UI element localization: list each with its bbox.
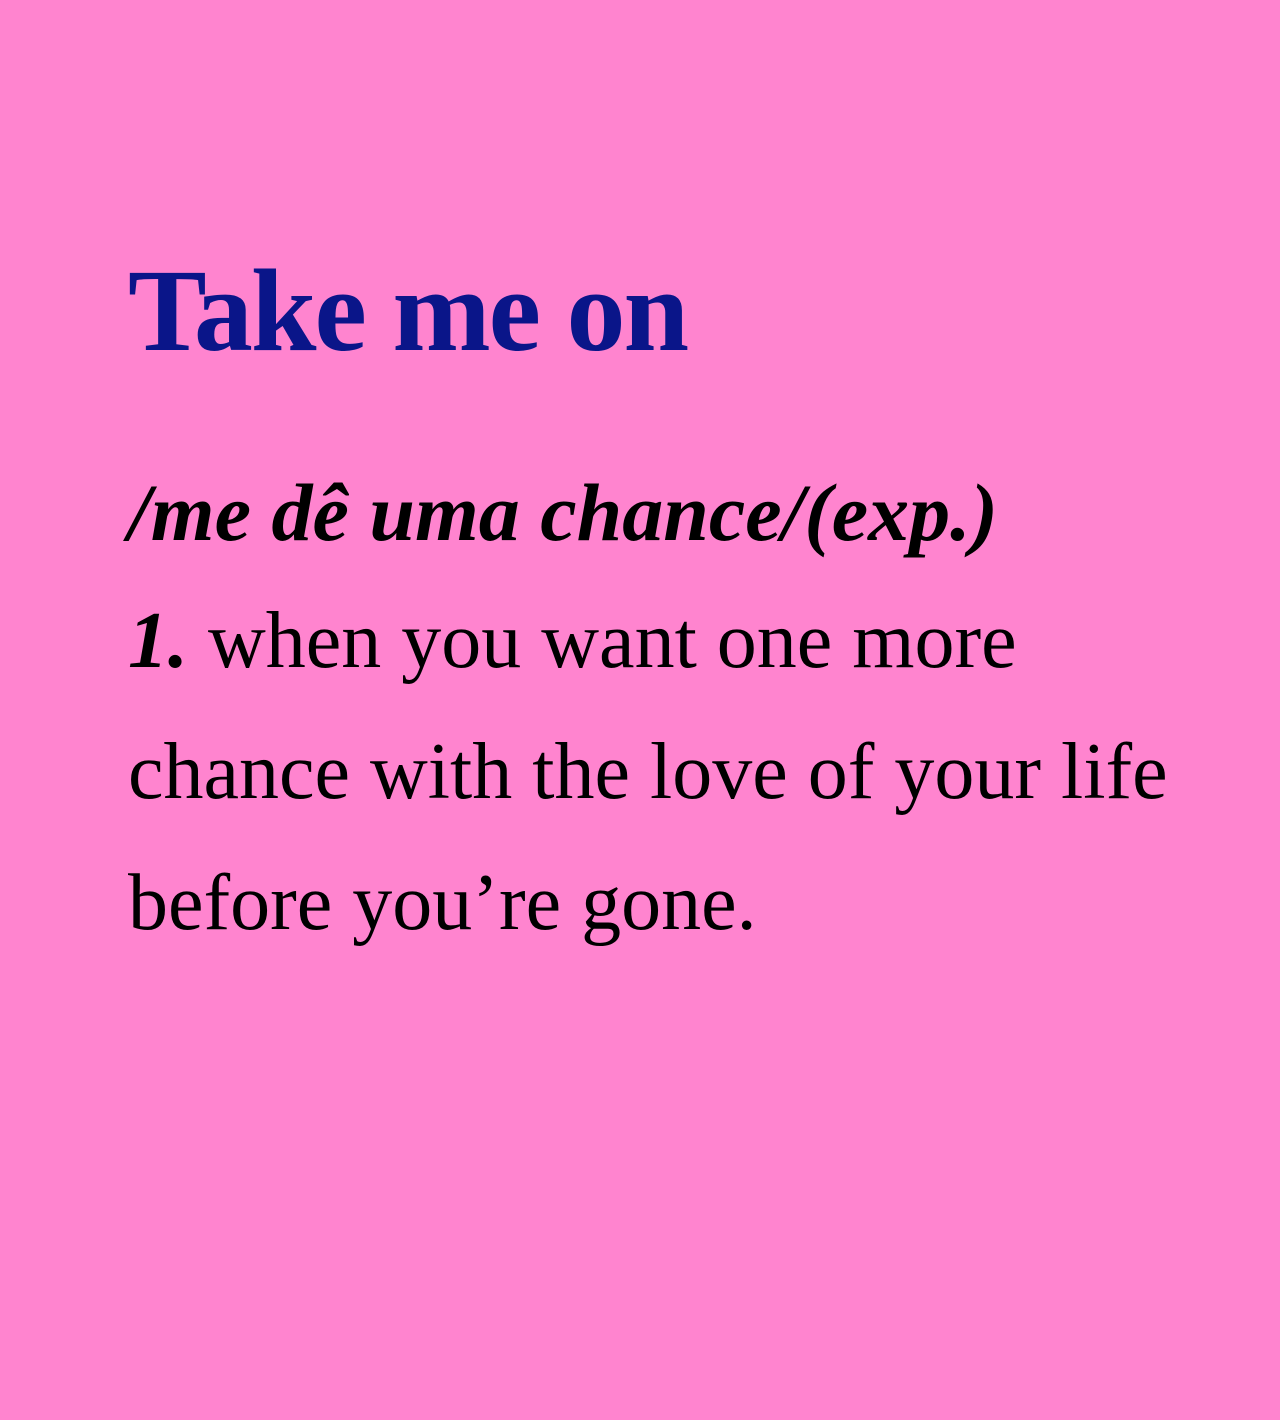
pronunciation: /me dê uma chance/(exp.) [128, 467, 998, 558]
dictionary-card: Take me on /me dê uma chance/(exp.) 1. w… [0, 0, 1280, 1420]
headword: Take me on [128, 245, 689, 376]
definition-text: when you want one more chance with the l… [128, 597, 1168, 947]
sense-number: 1. [128, 597, 188, 685]
dictionary-entry: Take me on /me dê uma chance/(exp.) 1. w… [128, 236, 1188, 969]
definition-block: 1. when you want one more chance with th… [128, 576, 1188, 969]
